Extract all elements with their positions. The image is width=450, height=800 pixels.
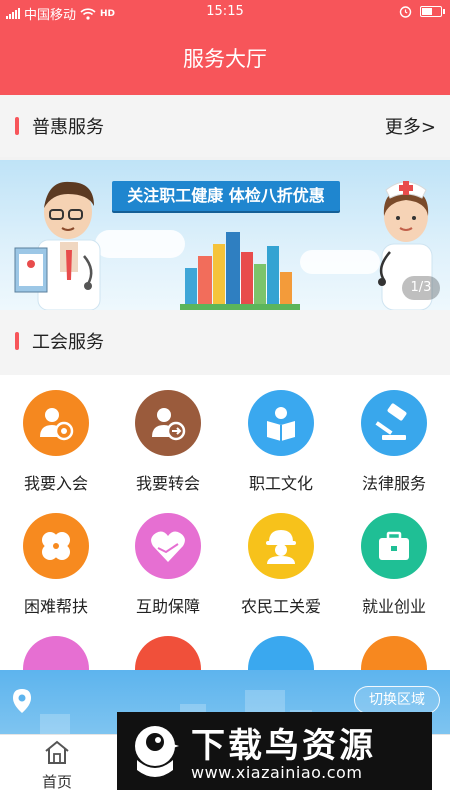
service-transfer-union[interactable]: 我要转会 (112, 390, 224, 494)
service-label: 职工文化 (248, 474, 313, 493)
status-bar: 中国移动 HD 15:15 (0, 0, 450, 25)
service-label: 我要入会 (23, 474, 88, 493)
watermark: 下载鸟资源 www.xiazainiao.com (117, 712, 432, 790)
status-right (399, 5, 445, 18)
service-item[interactable] (0, 636, 112, 670)
service-hardship-aid[interactable]: 困难帮扶 (0, 513, 112, 617)
service-item[interactable] (112, 636, 224, 670)
briefcase-icon (361, 513, 427, 579)
more-link[interactable]: 更多> (385, 113, 436, 139)
clover-icon (23, 513, 89, 579)
banner-pager: 1/3 (402, 276, 440, 300)
service-label: 困难帮扶 (23, 597, 88, 616)
union-service-grid: 我要入会 我要转会 职工文化 法律服务 困难帮扶 互助保障 农民工关爱 就业创业 (0, 375, 450, 670)
home-icon (45, 740, 69, 764)
service-mutual-aid[interactable]: 互助保障 (112, 513, 224, 617)
city-buildings-illustration (180, 232, 300, 310)
member-join-icon (23, 390, 89, 456)
page-title: 服务大厅 (0, 25, 450, 95)
location-pin-icon (13, 689, 31, 713)
service-legal[interactable]: 法律服务 (338, 390, 450, 494)
alarm-icon (399, 6, 412, 18)
picture-icon (248, 636, 314, 670)
service-join-union[interactable]: 我要入会 (0, 390, 112, 494)
reading-icon (248, 390, 314, 456)
person-icon (23, 636, 89, 670)
service-label: 农民工关爱 (240, 597, 321, 616)
service-label: 互助保障 (135, 597, 200, 616)
watermark-url: www.xiazainiao.com (191, 763, 363, 782)
watermark-title: 下载鸟资源 (191, 726, 376, 766)
service-migrant-worker-care[interactable]: 农民工关爱 (225, 513, 337, 617)
promo-banner[interactable]: 关注职工健康 体检八折优惠 1/3 (0, 160, 450, 310)
service-employment[interactable]: 就业创业 (338, 513, 450, 617)
switch-region-button[interactable]: 切换区域 (354, 686, 440, 714)
doctor-illustration (14, 181, 101, 310)
service-item[interactable] (338, 636, 450, 670)
section-accent-bar (15, 117, 19, 135)
union-section-header: 工会服务 (0, 310, 450, 375)
service-label: 法律服务 (361, 474, 426, 493)
worker-helmet-icon (248, 513, 314, 579)
document-icon (361, 636, 427, 670)
service-label: 就业创业 (361, 597, 426, 616)
service-label: 我要转会 (135, 474, 200, 493)
gavel-icon (361, 390, 427, 456)
heart-hands-icon (135, 513, 201, 579)
heart-icon (135, 636, 201, 670)
status-time: 15:15 (206, 4, 244, 19)
tab-home[interactable]: 首页 (22, 739, 92, 792)
union-section-title: 工会服务 (32, 332, 104, 353)
tab-home-label: 首页 (41, 773, 72, 791)
battery-icon (420, 6, 445, 17)
section-accent-bar (15, 332, 19, 350)
service-worker-culture[interactable]: 职工文化 (225, 390, 337, 494)
bird-logo-icon (135, 726, 179, 777)
puhui-section-header: 普惠服务 更多> (0, 95, 450, 157)
member-transfer-icon (135, 390, 201, 456)
service-item[interactable] (225, 636, 337, 670)
banner-headline: 关注职工健康 体检八折优惠 (112, 181, 340, 211)
puhui-section-title: 普惠服务 (32, 117, 104, 138)
